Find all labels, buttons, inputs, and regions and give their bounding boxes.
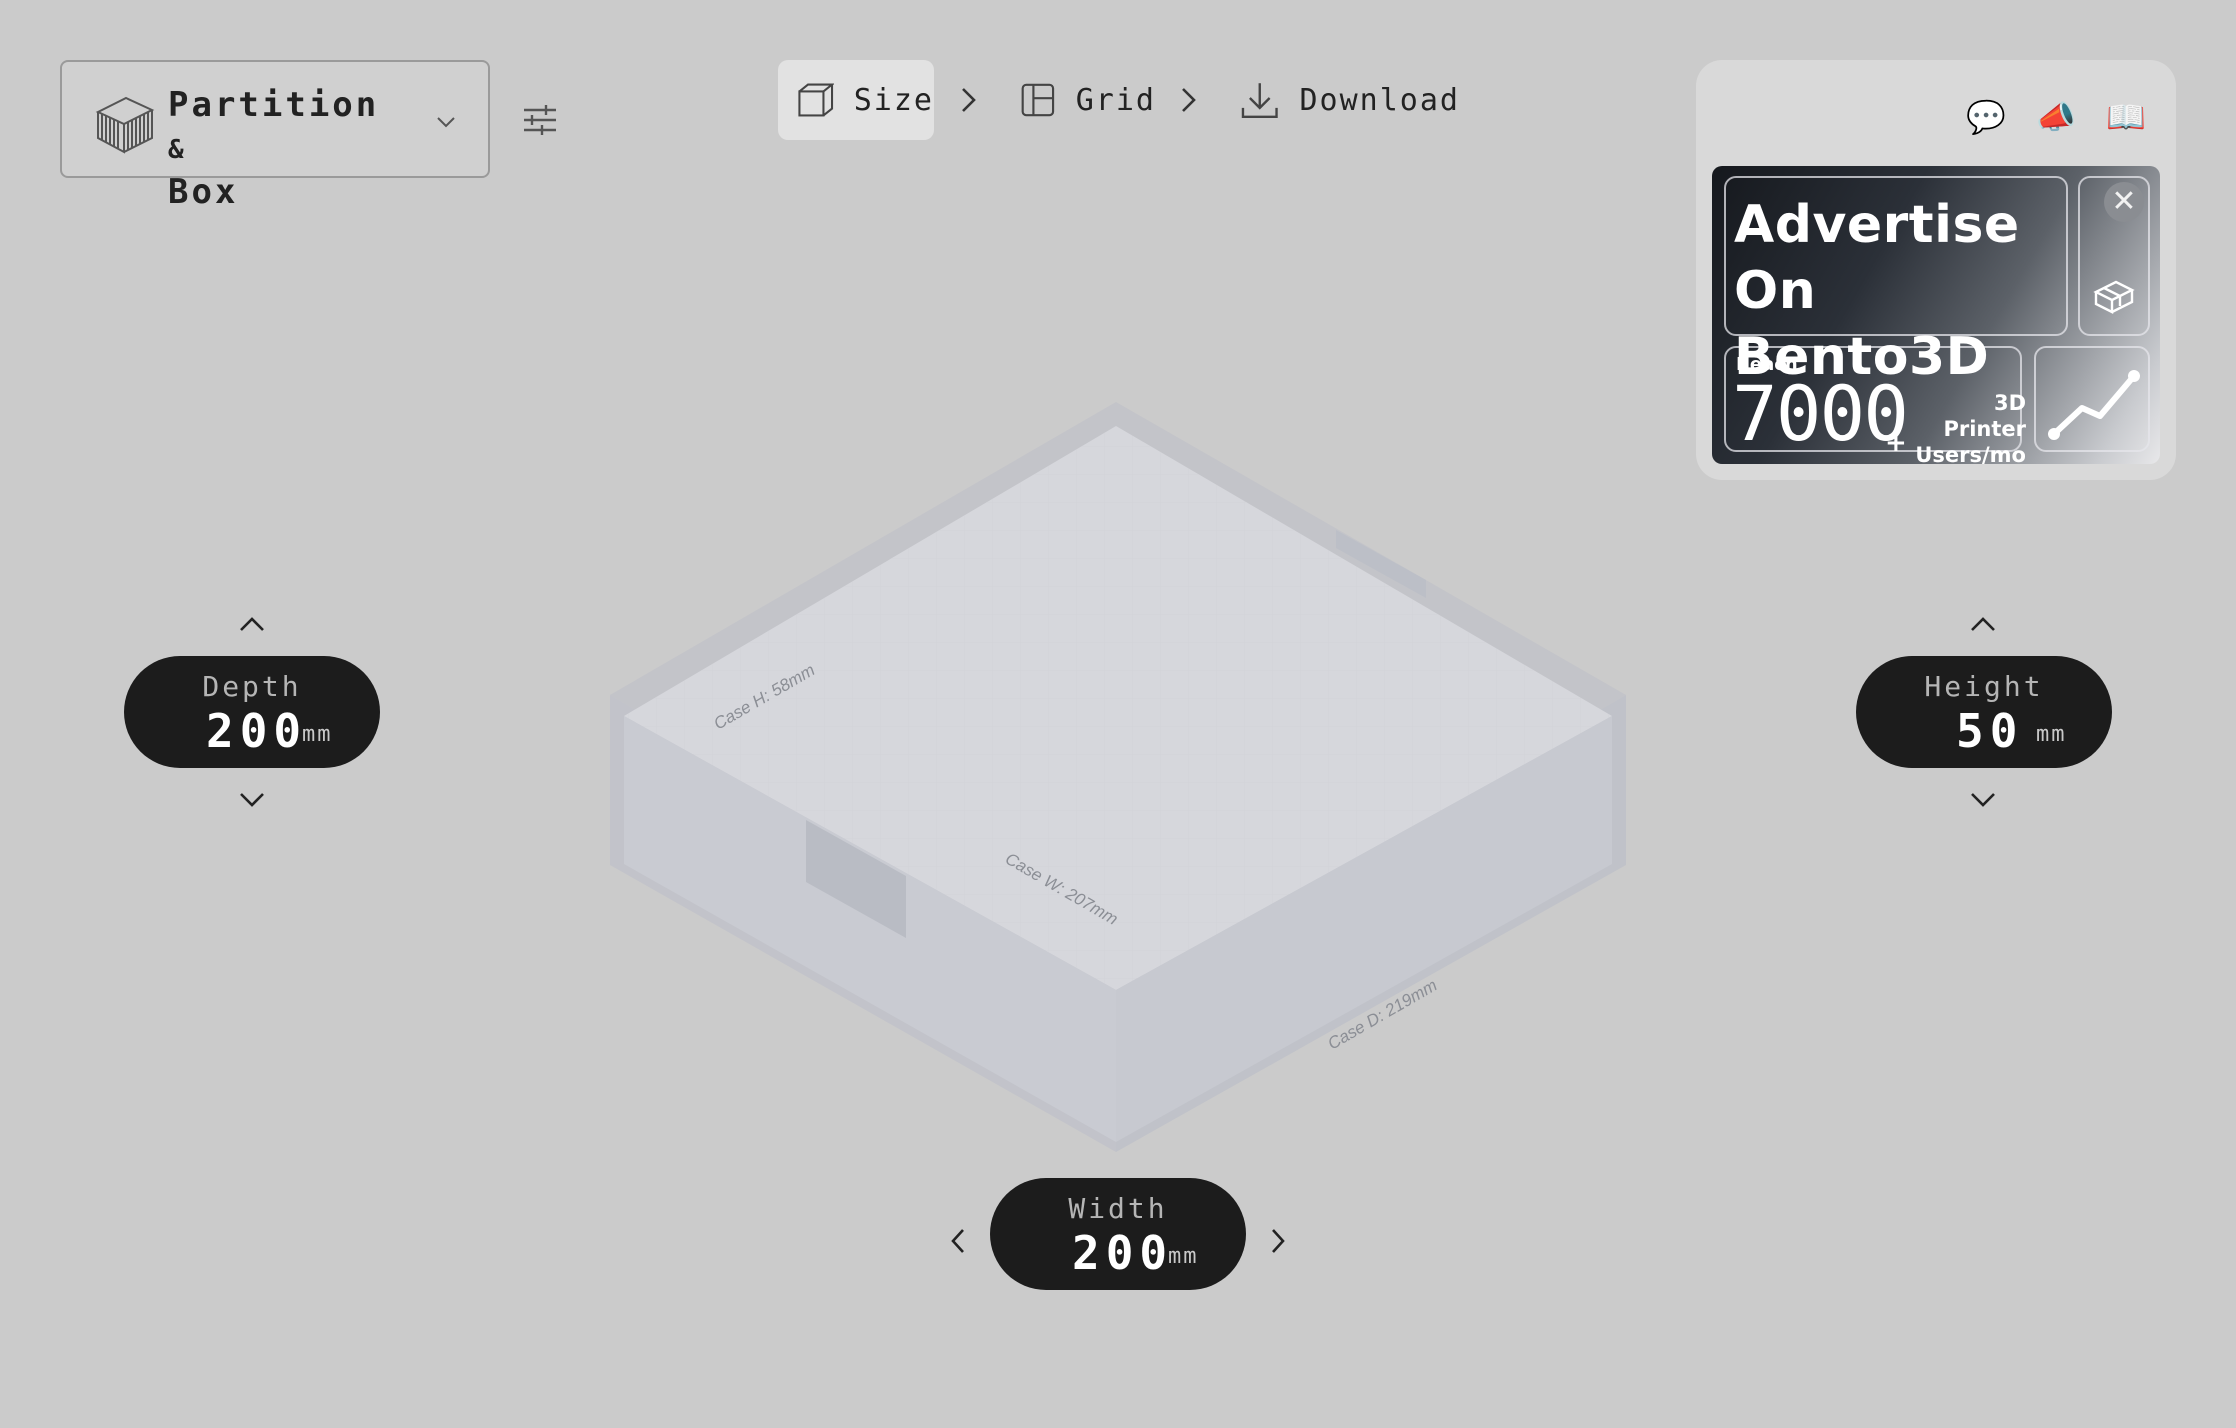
- depth-control[interactable]: Depth 200 mm: [124, 656, 380, 768]
- ad-reach-description: 3D Printer Users/mo: [1906, 390, 2026, 464]
- height-decrease-arrow[interactable]: [1968, 790, 1998, 810]
- box-icon: [95, 96, 155, 154]
- ad-reach-number: 7000: [1732, 369, 1909, 458]
- step-download[interactable]: Download: [1240, 60, 1460, 140]
- ad-headline-line1: Advertise: [1734, 195, 2020, 255]
- chevron-right-icon: [962, 88, 976, 112]
- depth-value: 200: [206, 704, 308, 758]
- width-label: Width: [1068, 1192, 1168, 1225]
- ad-reach-plus: +: [1885, 428, 1907, 458]
- ad-reach-desc-line2: Users/mo: [1915, 443, 2026, 464]
- width-value: 200: [1072, 1226, 1174, 1280]
- depth-increase-arrow[interactable]: [237, 614, 267, 634]
- width-control[interactable]: Width 200 mm: [990, 1178, 1246, 1290]
- width-unit: mm: [1168, 1244, 1199, 1269]
- width-increase-arrow[interactable]: [1268, 1226, 1288, 1256]
- step-grid[interactable]: Grid: [1016, 60, 1156, 140]
- close-icon[interactable]: ✕: [2104, 182, 2144, 222]
- grid-layout-icon: [1021, 83, 1055, 117]
- depth-unit: mm: [302, 722, 333, 747]
- product-name-second: Box: [168, 172, 239, 212]
- depth-decrease-arrow[interactable]: [237, 790, 267, 810]
- height-control[interactable]: Height 50 mm: [1856, 656, 2112, 768]
- sliders-icon[interactable]: [522, 104, 558, 136]
- product-selector[interactable]: Partition & Box: [60, 60, 490, 212]
- step-size-label: Size: [853, 82, 934, 118]
- height-unit: mm: [2036, 722, 2067, 747]
- height-label: Height: [1924, 670, 2044, 703]
- ad-panel: 💬 📣 📖 Advertise On Bento3D ✕ Reach 7000 …: [1696, 60, 2176, 480]
- width-decrease-arrow[interactable]: [948, 1226, 968, 1256]
- depth-label: Depth: [202, 670, 302, 703]
- step-size[interactable]: Size: [778, 60, 934, 140]
- growth-chart-icon: [2048, 370, 2140, 440]
- chat-icon[interactable]: 💬: [1966, 98, 2006, 136]
- megaphone-icon[interactable]: 📣: [2036, 98, 2076, 136]
- height-increase-arrow[interactable]: [1968, 614, 1998, 634]
- book-icon[interactable]: 📖: [2106, 98, 2146, 136]
- step-grid-label: Grid: [1075, 82, 1156, 118]
- chevron-right-icon: [1182, 88, 1196, 112]
- download-icon: [1241, 83, 1278, 118]
- ad-card[interactable]: Advertise On Bento3D ✕ Reach 7000 + 3D P…: [1712, 166, 2160, 464]
- chevron-down-icon: [437, 117, 455, 128]
- step-download-label: Download: [1299, 82, 1460, 118]
- box-3d-preview[interactable]: Case H: 58mm Case W: 207mm Case D: 219mm: [600, 390, 1640, 1170]
- product-name-amp: &: [168, 135, 187, 165]
- cube-outline-icon: [798, 83, 834, 117]
- product-name: Partition & Box: [168, 84, 408, 213]
- height-value: 50: [1956, 704, 2024, 758]
- box-logo-icon: [2093, 280, 2135, 314]
- product-name-main: Partition: [168, 85, 380, 125]
- ad-reach-desc-line1: 3D Printer: [1943, 391, 2026, 441]
